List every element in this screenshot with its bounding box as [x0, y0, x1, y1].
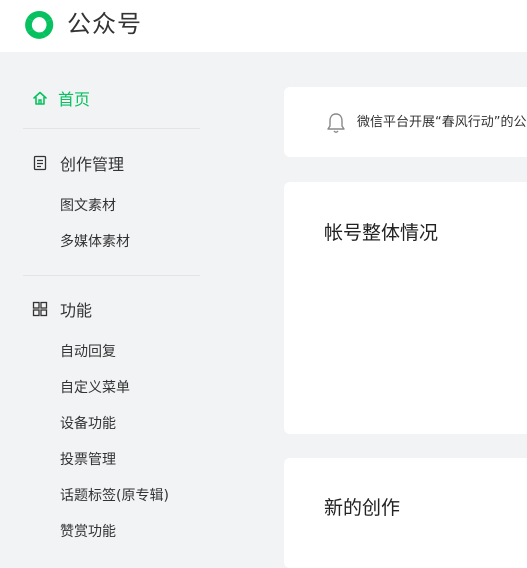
sidebar-group-creation[interactable]: 创作管理	[32, 151, 124, 175]
account-overview-card: 帐号整体情况	[284, 182, 527, 434]
sidebar-divider	[23, 275, 200, 276]
home-icon	[33, 91, 47, 105]
sidebar-divider	[23, 128, 200, 129]
sidebar-item-media-material[interactable]: 多媒体素材	[60, 232, 130, 252]
sidebar-item-custom-menu[interactable]: 自定义菜单	[60, 378, 130, 398]
sidebar-item-reward[interactable]: 赞赏功能	[60, 522, 116, 542]
sidebar-item-label: 首页	[58, 90, 91, 109]
sidebar-item-topic-tags[interactable]: 话题标签(原专辑)	[60, 486, 169, 506]
brand-name[interactable]: 公众号	[67, 10, 142, 38]
sidebar-item-home[interactable]: 首页	[32, 86, 90, 110]
sidebar-item-auto-reply[interactable]: 自动回复	[60, 342, 116, 362]
document-icon	[33, 155, 47, 171]
grid-icon	[32, 301, 48, 317]
notice-card[interactable]: 微信平台开展“春风行动”的公	[284, 87, 527, 157]
sidebar-group-label: 功能	[60, 301, 93, 320]
card-title: 新的创作	[324, 497, 401, 519]
top-bar: 公众号	[0, 0, 527, 52]
new-creation-card: 新的创作	[284, 458, 527, 568]
sidebar-group-features[interactable]: 功能	[32, 297, 92, 321]
sidebar-group-label: 创作管理	[60, 155, 125, 174]
sidebar-item-vote[interactable]: 投票管理	[60, 450, 116, 470]
sidebar-item-device[interactable]: 设备功能	[60, 414, 116, 434]
bell-icon	[327, 113, 345, 133]
sidebar-item-graphic-material[interactable]: 图文素材	[60, 196, 116, 216]
card-title: 帐号整体情况	[324, 222, 439, 244]
logo-icon[interactable]	[22, 8, 56, 42]
notice-text[interactable]: 微信平台开展“春风行动”的公	[357, 113, 526, 133]
